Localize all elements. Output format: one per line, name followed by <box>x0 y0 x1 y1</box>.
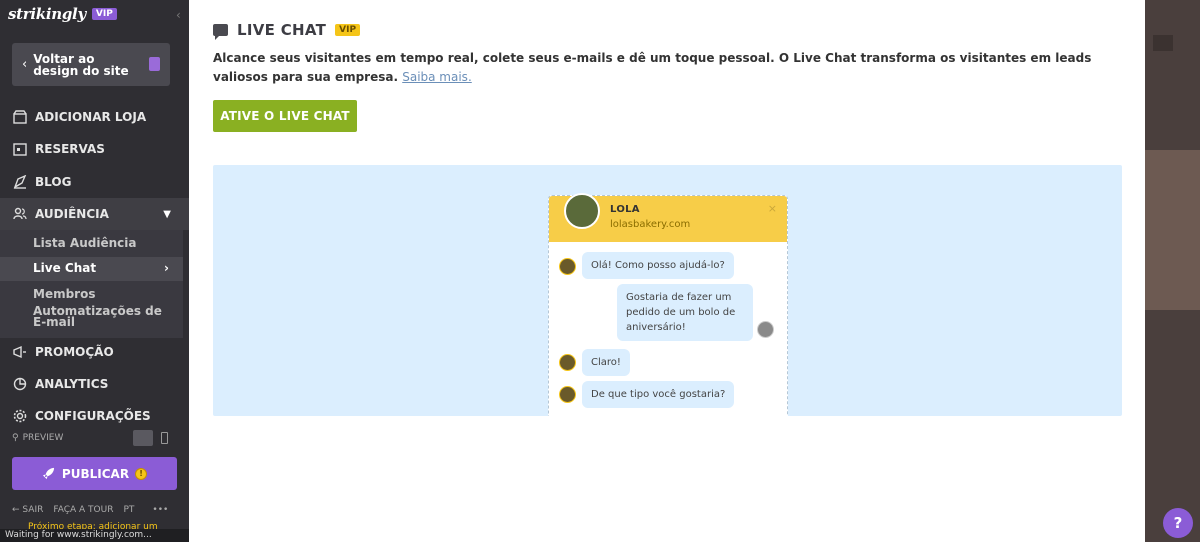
pie-chart-icon <box>13 377 27 391</box>
chat-widget-header: LOLA lolasbakery.com × <box>549 193 787 242</box>
sidebar-item-audience-list[interactable]: Lista Audiência <box>0 230 183 257</box>
vip-badge: VIP <box>91 8 117 20</box>
back-to-design-label: Voltar ao design do site <box>33 51 129 78</box>
preview-row: ⚲ PREVIEW <box>12 430 177 446</box>
agent-site: lolasbakery.com <box>610 219 691 230</box>
nav-item-store[interactable]: ADICIONAR LOJA <box>0 101 189 133</box>
site-thumbnail-icon <box>149 57 160 71</box>
sidebar-item-members[interactable]: Membros <box>0 281 183 306</box>
page-title: LIVE CHAT <box>237 21 327 39</box>
nav-item-analytics[interactable]: ANALYTICS <box>0 368 189 400</box>
agent-mini-avatar <box>559 354 576 371</box>
nav-item-label: ADICIONAR LOJA <box>35 110 147 124</box>
activate-live-chat-button[interactable]: ATIVE O LIVE CHAT <box>213 100 357 132</box>
logo-row: strikingly VIP <box>8 4 117 24</box>
page-title-row: LIVE CHAT VIP <box>213 21 361 40</box>
nav-item-label: RESERVAS <box>35 142 105 156</box>
rocket-icon <box>42 467 54 480</box>
back-to-design-button[interactable]: ‹ Voltar ao design do site <box>12 43 170 86</box>
nav-item-audience[interactable]: AUDIÊNCIA ▼ <box>0 198 189 230</box>
nav-item-bookings[interactable]: RESERVAS <box>0 133 189 165</box>
exit-link[interactable]: ← SAIR <box>12 505 43 515</box>
agent-avatar <box>564 193 600 229</box>
nav-item-label: BLOG <box>35 175 72 189</box>
chat-message-user: Gostaria de fazer um pedido de um bolo d… <box>617 284 753 341</box>
coin-icon: ! <box>135 467 148 480</box>
nav-item-label: PROMOÇÃO <box>35 345 114 359</box>
store-icon <box>13 110 27 124</box>
page-description: Alcance seus visitantes em tempo real, c… <box>213 49 1113 87</box>
vip-tag: VIP <box>335 24 361 36</box>
nav-item-label: CONFIGURAÇÕES <box>35 409 151 423</box>
language-link[interactable]: PT <box>123 505 134 515</box>
megaphone-icon <box>13 345 26 359</box>
preview-block <box>1153 35 1173 51</box>
agent-mini-avatar <box>559 258 576 275</box>
site-preview-edge <box>1145 0 1200 542</box>
publish-button[interactable]: PUBLICAR ! <box>12 457 177 490</box>
publish-label: PUBLICAR <box>61 466 130 481</box>
agent-name: LOLA <box>610 204 640 215</box>
chat-message-agent: Olá! Como posso ajudá-lo? <box>582 252 734 279</box>
sidebar-item-live-chat[interactable]: Live Chat › <box>0 257 183 281</box>
user-mini-avatar <box>757 321 774 338</box>
gear-icon <box>13 409 27 423</box>
nav-item-label: ANALYTICS <box>35 377 109 391</box>
chat-message-agent: De que tipo você gostaria? <box>582 381 735 408</box>
chevron-right-icon: › <box>164 261 169 275</box>
users-icon <box>13 207 27 220</box>
pen-icon <box>13 175 27 189</box>
chevron-left-icon: ‹ <box>22 57 28 72</box>
description-text: Alcance seus visitantes em tempo real, c… <box>213 51 1092 84</box>
sub-item-label: Lista Audiência <box>33 236 137 250</box>
sub-item-label: Live Chat <box>33 261 97 275</box>
sub-item-label: Automatizações de E-mail <box>33 304 162 329</box>
preview-image <box>1145 150 1200 310</box>
more-icon[interactable]: ••• <box>152 505 168 515</box>
main-content: LIVE CHAT VIP Alcance seus visitantes em… <box>189 0 1145 542</box>
sidebar: strikingly VIP ‹ ‹ Voltar ao design do s… <box>0 0 189 542</box>
sidebar-footer: ← SAIR FAÇA A TOUR PT ••• <box>12 505 180 515</box>
agent-mini-avatar <box>559 386 576 403</box>
nav-item-blog[interactable]: BLOG <box>0 166 189 198</box>
chevron-down-icon: ▼ <box>163 208 171 220</box>
calendar-icon <box>13 143 27 156</box>
nav-item-promotion[interactable]: PROMOÇÃO <box>0 336 189 368</box>
chat-message-agent: Claro! <box>582 349 630 376</box>
tour-link[interactable]: FAÇA A TOUR <box>53 505 113 515</box>
sidebar-item-email-automations[interactable]: Automatizações de E-mail <box>0 304 183 338</box>
collapse-sidebar-icon[interactable]: ‹ <box>176 8 181 22</box>
chat-preview-panel: LOLA lolasbakery.com × Olá! Como posso a… <box>213 165 1122 416</box>
nav-item-label: AUDIÊNCIA <box>35 207 109 221</box>
chat-widget-preview: LOLA lolasbakery.com × Olá! Como posso a… <box>548 193 788 416</box>
close-icon: × <box>767 202 777 215</box>
preview-label: PREVIEW <box>22 433 64 443</box>
help-button[interactable]: ? <box>1163 508 1193 538</box>
nav-item-settings[interactable]: CONFIGURAÇÕES <box>0 400 189 432</box>
strikingly-logo[interactable]: strikingly <box>8 5 86 23</box>
search-icon: ⚲ <box>12 433 19 443</box>
mobile-preview-icon[interactable] <box>161 432 168 444</box>
learn-more-link[interactable]: Saiba mais. <box>402 70 472 84</box>
chat-bubble-icon <box>213 24 228 40</box>
sub-item-label: Membros <box>33 287 96 301</box>
desktop-preview-icon[interactable] <box>133 430 153 446</box>
